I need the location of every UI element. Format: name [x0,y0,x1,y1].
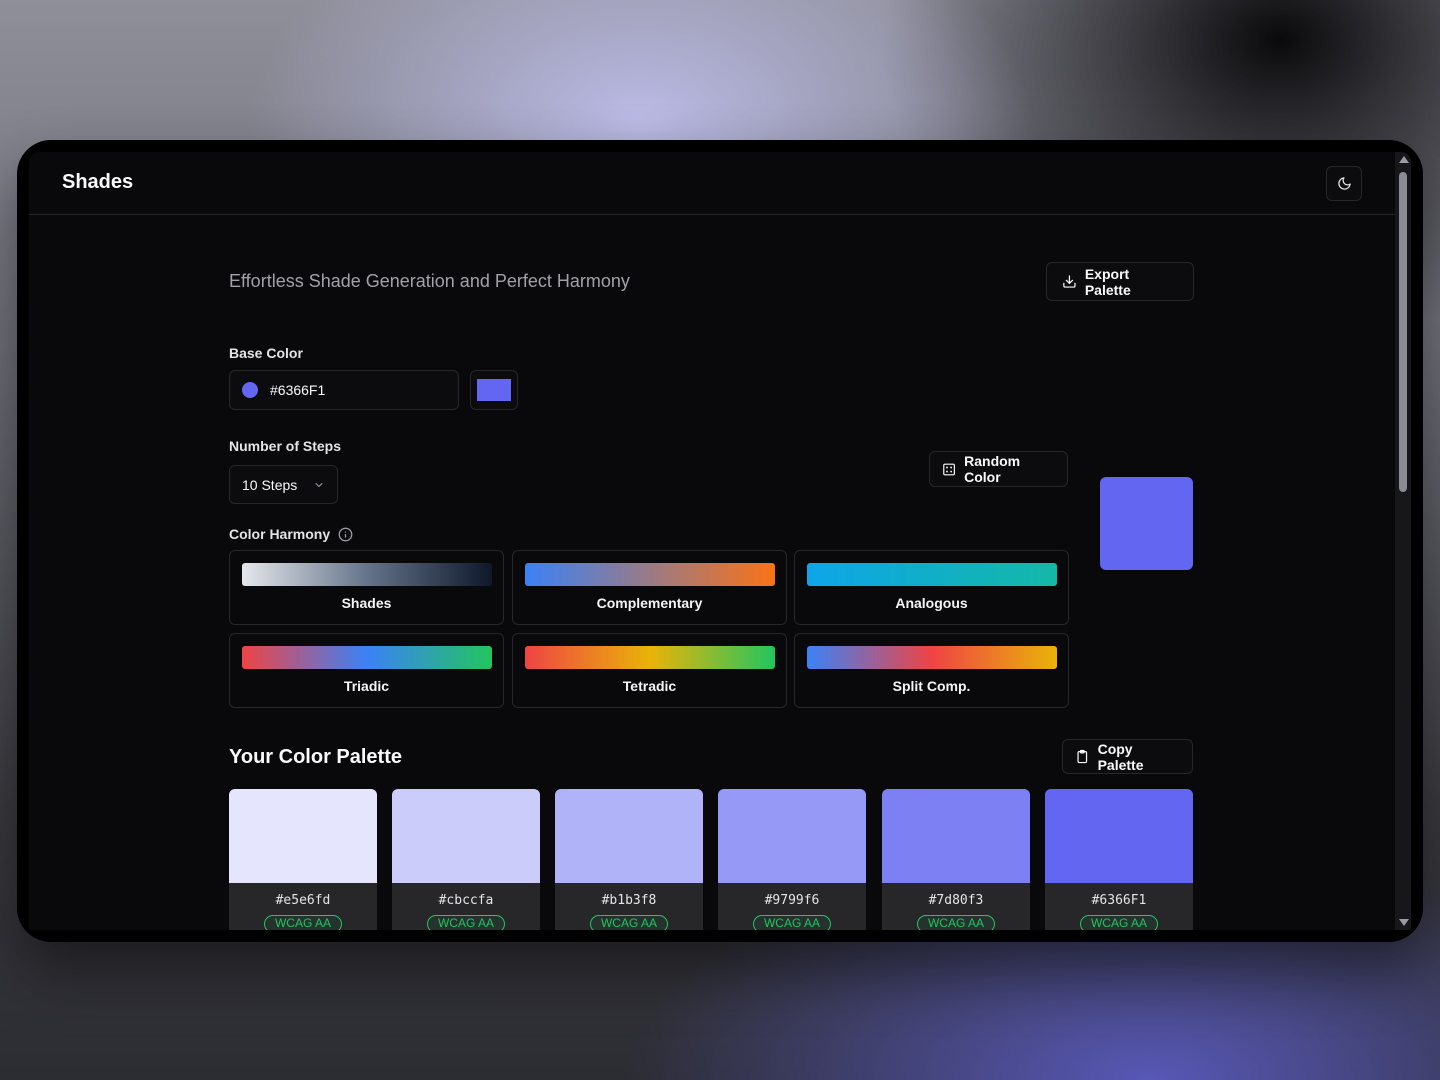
info-icon[interactable] [338,527,353,542]
harmony-option-label: Triadic [343,678,390,694]
swatch-hex: #6366F1 [1091,893,1147,908]
harmony-gradient-bar [242,646,492,669]
page-tagline: Effortless Shade Generation and Perfect … [229,271,630,291]
steps-select[interactable]: 10 Steps [229,465,338,504]
palette-swatch[interactable]: #9799f6 WCAG AA [718,789,866,930]
scroll-up-arrow-icon[interactable] [1399,156,1409,163]
export-palette-button[interactable]: Export Palette [1046,262,1194,301]
harmony-option-label: Shades [341,595,392,611]
copy-palette-label: Copy Palette [1097,740,1144,773]
wcag-badge: WCAG AA [917,915,995,930]
steps-label: Number of Steps [229,438,342,454]
moon-icon [1337,177,1351,190]
harmony-option-shades[interactable]: Shades [229,550,504,625]
app-title: Shades [62,171,134,193]
copy-palette-button[interactable]: Copy Palette [1062,739,1193,774]
harmony-option-label: Analogous [895,595,968,611]
color-picker-button[interactable] [470,370,518,410]
swatch-color [1045,789,1193,883]
base-color-value: #6366F1 [270,382,326,398]
swatch-hex: #b1b3f8 [601,893,657,908]
swatch-color [718,789,866,883]
harmony-gradient-bar [807,563,1057,586]
scrollbar-thumb[interactable] [1399,172,1407,492]
harmony-option-tetradic[interactable]: Tetradic [512,633,787,708]
wcag-badge: WCAG AA [590,915,668,930]
harmony-label: Color Harmony [229,526,331,542]
palette-swatch[interactable]: #e5e6fd WCAG AA [229,789,377,930]
harmony-option-analogous[interactable]: Analogous [794,550,1069,625]
random-color-label: Random Color [964,453,1021,485]
theme-toggle-button[interactable] [1326,166,1362,201]
clipboard-icon [1077,749,1088,764]
swatch-hex: #cbccfa [438,893,494,908]
harmony-option-label: Tetradic [622,678,677,694]
main-content: Effortless Shade Generation and Perfect … [229,215,1195,930]
palette-swatch[interactable]: #cbccfa WCAG AA [392,789,540,930]
swatch-color [392,789,540,883]
chevron-down-icon [315,482,323,487]
swatch-hex: #7d80f3 [928,893,984,908]
palette-heading: Your Color Palette [229,746,402,768]
palette-swatch[interactable]: #7d80f3 WCAG AA [882,789,1030,930]
base-color-input[interactable]: #6366F1 [229,370,459,410]
vertical-scrollbar[interactable] [1395,152,1411,930]
download-icon [1063,275,1076,288]
swatch-hex: #e5e6fd [275,893,331,908]
harmony-option-triadic[interactable]: Triadic [229,633,504,708]
palette-swatch[interactable]: #b1b3f8 WCAG AA [555,789,703,930]
harmony-option-split-complementary[interactable]: Split Comp. [794,633,1069,708]
wcag-badge: WCAG AA [1080,915,1158,930]
color-preview-swatch [1100,477,1193,570]
scroll-down-arrow-icon[interactable] [1399,919,1409,926]
harmony-option-label: Split Comp. [892,678,971,694]
swatch-color [229,789,377,883]
steps-value: 10 Steps [242,476,298,493]
device-frame: Shades Effortless Shade Generation and P… [17,140,1423,942]
harmony-option-label: Complementary [596,595,703,611]
app-window: Shades Effortless Shade Generation and P… [29,152,1411,930]
wcag-badge: WCAG AA [753,915,831,930]
random-color-button[interactable]: Random Color [929,451,1068,487]
palette-swatches: #e5e6fd WCAG AA #cbccfa WCAG AA #b1b3f8 … [229,789,1195,930]
export-palette-label: Export Palette [1084,265,1131,298]
dice-icon [943,463,955,475]
swatch-color [555,789,703,883]
base-color-dot [242,382,258,398]
wcag-badge: WCAG AA [427,915,505,930]
harmony-gradient-bar [525,563,775,586]
base-color-label: Base Color [229,345,303,361]
top-navbar: Shades [29,152,1395,215]
harmony-gradient-bar [525,646,775,669]
harmony-gradient-bar [242,563,492,586]
harmony-label-row: Color Harmony [229,526,353,542]
palette-swatch[interactable]: #6366F1 WCAG AA [1045,789,1193,930]
harmony-option-complementary[interactable]: Complementary [512,550,787,625]
swatch-hex: #9799f6 [764,893,820,908]
color-picker-swatch [477,379,511,401]
wcag-badge: WCAG AA [264,915,342,930]
harmony-gradient-bar [807,646,1057,669]
swatch-color [882,789,1030,883]
